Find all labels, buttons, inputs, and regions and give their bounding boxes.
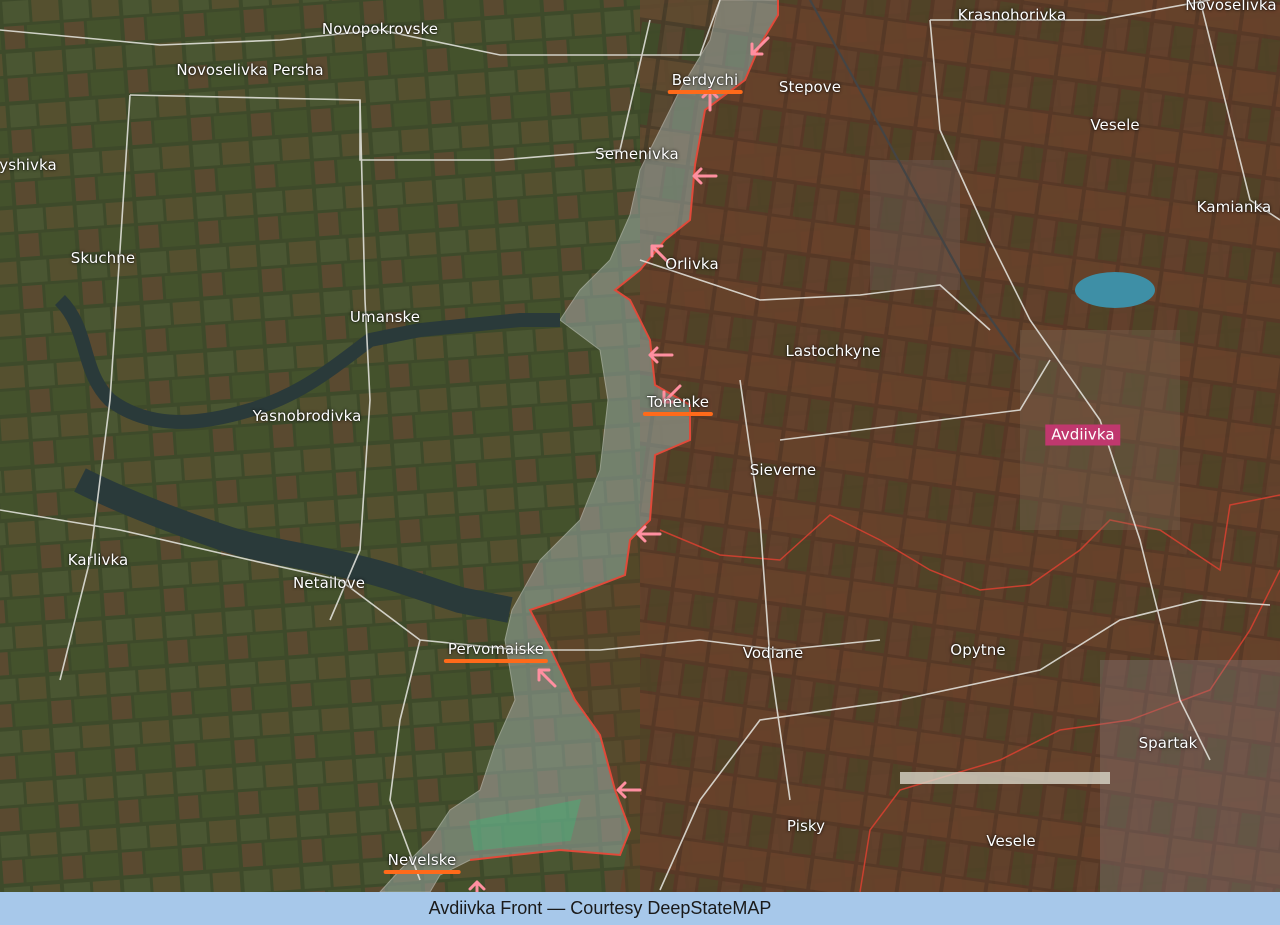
place-label-tonenke: Tonenke: [642, 393, 714, 416]
place-label-umanske: Umanske: [349, 308, 421, 326]
place-label-avdiivka: Avdiivka: [1045, 424, 1121, 446]
place-label-yasnobrodivka: Yasnobrodivka: [252, 407, 362, 425]
place-label-novopokrovske: Novopokrovske: [321, 20, 439, 38]
place-label-karlivka: Karlivka: [67, 551, 129, 569]
place-label-nevelske: Nevelske: [383, 851, 461, 874]
place-label-orlivka: Orlivka: [665, 255, 719, 273]
place-label-yshivka: yshivka: [0, 156, 57, 174]
place-label-krasnohorivka: Krasnohorivka: [957, 6, 1067, 24]
place-label-spartak: Spartak: [1138, 734, 1198, 752]
place-label-sieverne: Sieverne: [749, 461, 817, 479]
place-label-lastochkyne: Lastochkyne: [785, 342, 881, 360]
place-label-pervomaiske: Pervomaiske: [443, 640, 549, 663]
place-label-pisky: Pisky: [786, 817, 826, 835]
coke-plant: [870, 160, 960, 290]
place-label-vodiane: Vodiane: [742, 644, 804, 662]
map-canvas: [0, 0, 1280, 892]
lake: [1075, 272, 1155, 308]
place-label-skuchne: Skuchne: [70, 249, 136, 267]
donetsk-outskirts: [1100, 660, 1280, 892]
place-label-netailove: Netailove: [292, 574, 366, 592]
airport-runway: [900, 772, 1110, 784]
place-label-kamianka: Kamianka: [1196, 198, 1272, 216]
place-label-vesele-south: Vesele: [986, 832, 1036, 850]
map-view[interactable]: Novopokrovske Novoselivka Persha Berdychi S…: [0, 0, 1280, 892]
place-label-semenivka: Semenivka: [595, 145, 679, 163]
caption-text: Avdiivka Front — Courtesy DeepStateMAP: [428, 898, 772, 918]
place-label-novoselivka-persha: Novoselivka Persha: [176, 61, 324, 79]
place-label-novoselivka: Novoselivka: [1185, 0, 1277, 14]
place-label-vesele-north: Vesele: [1090, 116, 1140, 134]
place-label-stepove: Stepove: [778, 78, 842, 96]
place-label-opytne: Opytne: [950, 641, 1006, 659]
caption-bar: Avdiivka Front — Courtesy DeepStateMAP: [0, 892, 1280, 925]
place-label-berdychi: Berdychi: [667, 71, 742, 94]
